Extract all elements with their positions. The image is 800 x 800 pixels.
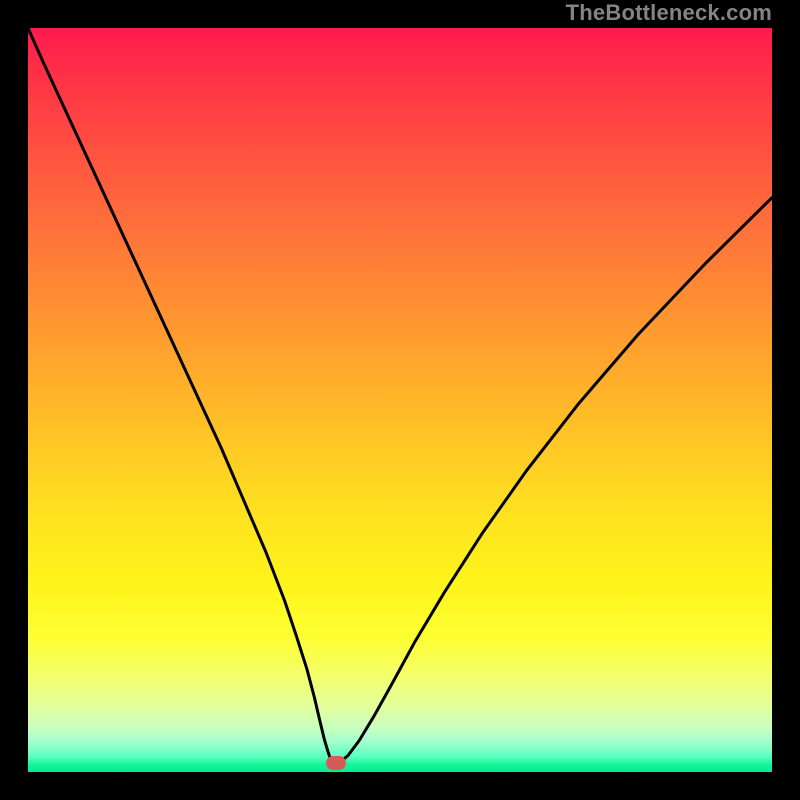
chart-frame: TheBottleneck.com xyxy=(0,0,800,800)
bottleneck-curve xyxy=(28,28,772,772)
optimum-marker xyxy=(326,756,346,770)
plot-area xyxy=(28,28,772,772)
watermark-text: TheBottleneck.com xyxy=(566,0,772,28)
